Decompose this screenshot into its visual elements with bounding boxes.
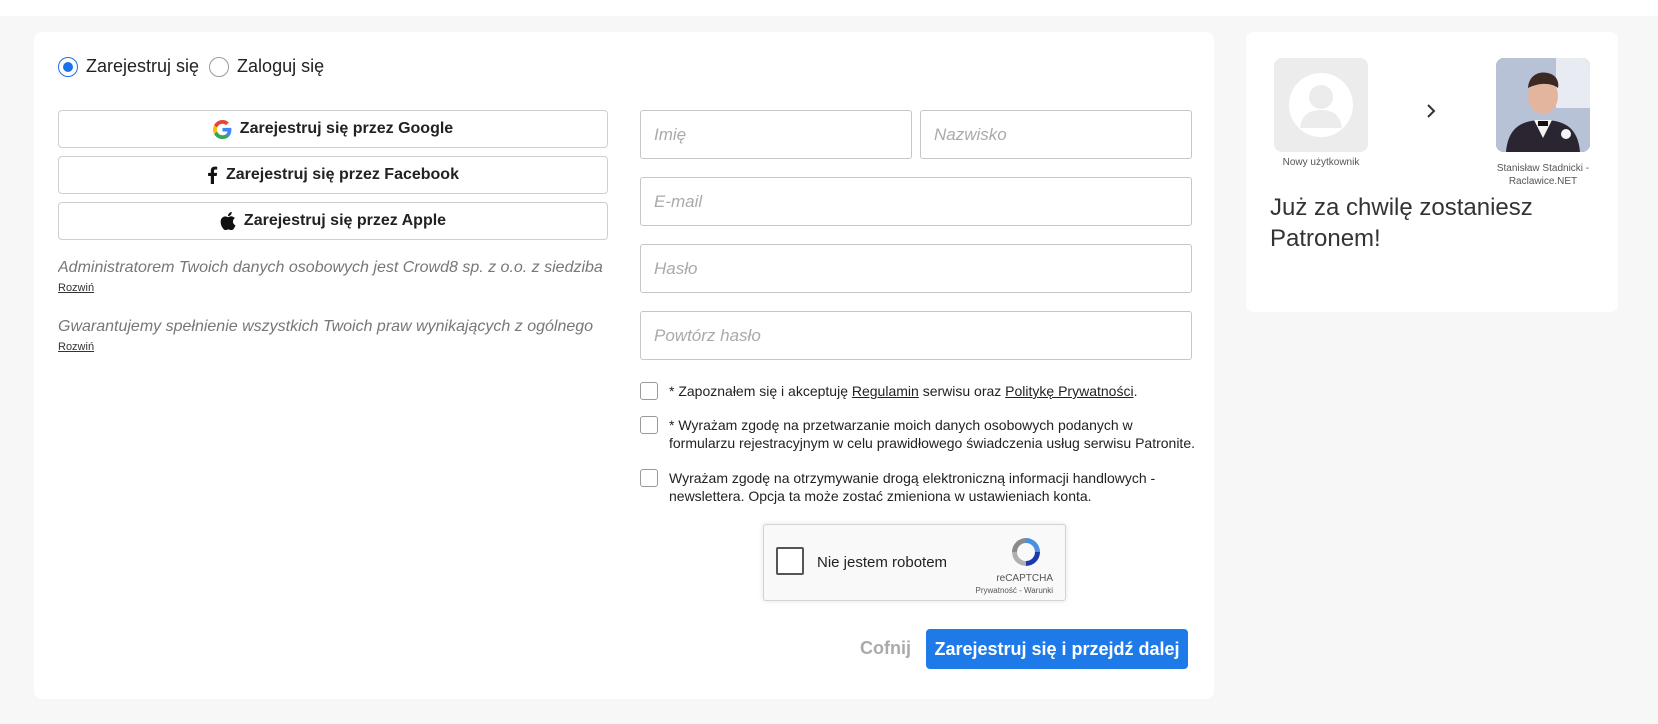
apple-signup-button[interactable]: Zarejestruj się przez Apple xyxy=(58,202,608,240)
email-input[interactable] xyxy=(640,177,1192,226)
side-heading: Już za chwilę zostaniesz Patronem! xyxy=(1270,194,1533,252)
terms-consent: * Zapoznałem się i akceptuję Regulamin s… xyxy=(640,382,1195,400)
terms-link[interactable]: Regulamin xyxy=(852,383,919,399)
recaptcha-brand: reCAPTCHA xyxy=(996,573,1053,584)
legal-note-admin: Administratorem Twoich danych osobowych … xyxy=(58,258,608,296)
data-processing-consent: * Wyrażam zgodę na przetwarzanie moich d… xyxy=(640,416,1195,452)
terms-suffix: . xyxy=(1133,383,1138,399)
password-repeat-input[interactable] xyxy=(640,311,1192,360)
register-submit-button[interactable]: Zarejestruj się i przejdź dalej xyxy=(926,629,1188,669)
login-radio-dot[interactable] xyxy=(209,56,230,77)
registration-card: Zarejestruj się Zaloguj się Zarejestruj … xyxy=(34,32,1214,699)
expand-rights-link[interactable]: Rozwiń xyxy=(58,341,94,353)
recaptcha-label: Nie jestem robotem xyxy=(817,554,948,571)
login-radio-label[interactable]: Zaloguj się xyxy=(237,56,324,77)
first-name-input[interactable] xyxy=(640,110,912,159)
newsletter-text: Wyrażam zgodę na otrzymywanie drogą elek… xyxy=(669,470,1156,504)
recaptcha-links[interactable]: Prywatność - Warunki xyxy=(976,586,1054,595)
google-signup-button[interactable]: Zarejestruj się przez Google xyxy=(58,110,608,148)
google-signup-label[interactable]: Zarejestruj się przez Google xyxy=(240,120,453,138)
recaptcha-logo-icon xyxy=(1012,538,1040,566)
terms-prefix: * Zapoznałem się i akceptuję xyxy=(669,383,852,399)
terms-checkbox[interactable] xyxy=(640,382,658,400)
new-user-avatar xyxy=(1274,58,1368,152)
newsletter-checkbox[interactable] xyxy=(640,469,658,487)
facebook-icon xyxy=(208,166,218,184)
recaptcha-widget: Nie jestem robotem reCAPTCHA Prywatność … xyxy=(763,524,1066,601)
google-icon xyxy=(212,119,232,139)
creator-caption: Stanisław Stadnicki - Raclawice.NET xyxy=(1496,163,1590,187)
privacy-policy-link[interactable]: Politykę Prywatności xyxy=(1005,383,1133,399)
creator-avatar xyxy=(1496,58,1590,152)
mode-selector: Zarejestruj się Zaloguj się xyxy=(58,56,334,77)
patron-preview-card: Nowy użytkownik Stanisław Stadnicki - Ra… xyxy=(1246,32,1618,312)
top-strip xyxy=(0,0,1658,16)
apple-icon xyxy=(220,212,236,230)
chevron-right-icon xyxy=(1427,104,1436,118)
password-input[interactable] xyxy=(640,244,1192,293)
register-radio-label[interactable]: Zarejestruj się xyxy=(86,56,199,77)
legal-note-rights-text: Gwarantujemy spełnienie wszystkich Twoic… xyxy=(58,318,594,335)
data-processing-text: * Wyrażam zgodę na przetwarzanie moich d… xyxy=(669,417,1195,451)
last-name-input[interactable] xyxy=(920,110,1192,159)
data-processing-checkbox[interactable] xyxy=(640,416,658,434)
register-radio[interactable]: Zarejestruj się xyxy=(58,56,199,77)
user-silhouette-icon xyxy=(1289,73,1353,137)
terms-middle: serwisu oraz xyxy=(918,383,1006,399)
legal-note-admin-text: Administratorem Twoich danych osobowych … xyxy=(58,259,608,276)
new-user-caption: Nowy użytkownik xyxy=(1282,157,1360,168)
newsletter-consent: Wyrażam zgodę na otrzymywanie drogą elek… xyxy=(640,469,1195,505)
creator-photo-icon xyxy=(1496,58,1590,152)
expand-admin-link[interactable]: Rozwiń xyxy=(58,282,94,294)
recaptcha-checkbox[interactable] xyxy=(776,547,804,575)
apple-signup-label[interactable]: Zarejestruj się przez Apple xyxy=(244,212,446,230)
legal-note-rights: Gwarantujemy spełnienie wszystkich Twoic… xyxy=(58,317,608,355)
login-radio[interactable]: Zaloguj się xyxy=(209,56,324,77)
facebook-signup-button[interactable]: Zarejestruj się przez Facebook xyxy=(58,156,608,194)
back-button[interactable]: Cofnij xyxy=(860,638,911,659)
register-radio-dot[interactable] xyxy=(58,56,78,77)
terms-consent-text: * Zapoznałem się i akceptuję Regulamin s… xyxy=(669,382,1137,400)
facebook-signup-label[interactable]: Zarejestruj się przez Facebook xyxy=(226,166,459,184)
